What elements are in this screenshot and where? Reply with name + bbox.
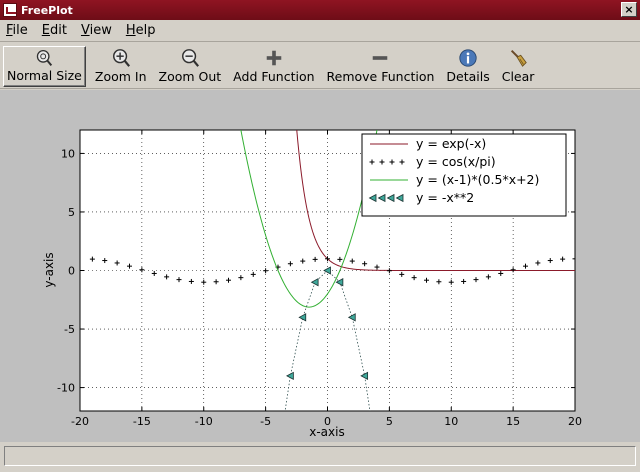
info-icon: [459, 49, 477, 67]
normal-size-button[interactable]: Normal Size: [3, 46, 86, 87]
zoom-out-button[interactable]: Zoom Out: [156, 46, 225, 87]
x-tick-label: 10: [444, 415, 458, 428]
x-tick-label: 15: [506, 415, 520, 428]
zoom-normal-icon: [37, 49, 53, 66]
legend-label: y = (x-1)*(0.5*x+2): [416, 172, 539, 187]
x-tick-label: -10: [195, 415, 213, 428]
menu-file[interactable]: File: [4, 22, 30, 39]
window-title: FreePlot: [21, 3, 73, 17]
legend-label: y = exp(-x): [416, 136, 486, 151]
menu-bar: File Edit View Help: [0, 20, 640, 42]
toolbar: Normal Size Zoom In Zoom Out Add Functio…: [0, 43, 640, 89]
plus-icon: [266, 50, 282, 66]
y-tick-label: 0: [68, 265, 75, 278]
status-field: [4, 446, 636, 466]
y-tick-label: 5: [68, 206, 75, 219]
clear-button[interactable]: Clear: [499, 46, 538, 87]
details-button[interactable]: Details: [443, 46, 492, 87]
x-tick-label: -15: [133, 415, 151, 428]
add-function-button[interactable]: Add Function: [230, 46, 317, 87]
y-axis-label: y-axis: [42, 252, 56, 287]
x-tick-label: -20: [71, 415, 89, 428]
legend: y = exp(-x) y = cos(x/pi) y = (x-1)*(0.5*x…: [361, 133, 567, 217]
zoom-in-button[interactable]: Zoom In: [92, 46, 150, 87]
menu-view[interactable]: View: [79, 22, 114, 39]
y-tick-label: 10: [61, 147, 75, 160]
remove-function-button[interactable]: Remove Function: [324, 46, 438, 87]
status-bar: [0, 442, 640, 472]
minus-icon: [373, 56, 388, 60]
broom-icon: [511, 50, 527, 67]
plot-area[interactable]: -20 -15 -10 -5 0 5 10 15 20 -10 -5 0 5 10 x-axis y-ax…: [0, 90, 640, 442]
y-tick-label: -10: [57, 382, 75, 395]
legend-label: y = -x**2: [416, 190, 474, 205]
close-button[interactable]: ×: [621, 2, 637, 17]
x-tick-label: 5: [386, 415, 393, 428]
plot-canvas: -20 -15 -10 -5 0 5 10 15 20-10-50510 x-axis y-ax…: [42, 129, 582, 439]
title-bar: FreePlot ×: [0, 0, 640, 20]
freeplot-app-icon: [3, 3, 17, 17]
zoom-out-icon: [181, 49, 199, 67]
x-tick-label: 20: [568, 415, 582, 428]
x-axis-label: x-axis: [309, 425, 344, 439]
menu-help[interactable]: Help: [124, 22, 158, 39]
x-tick-label: -5: [260, 415, 271, 428]
menu-edit[interactable]: Edit: [40, 22, 69, 39]
zoom-in-icon: [112, 49, 130, 67]
legend-label: y = cos(x/pi): [416, 154, 496, 169]
y-tick-label: -5: [64, 323, 75, 336]
